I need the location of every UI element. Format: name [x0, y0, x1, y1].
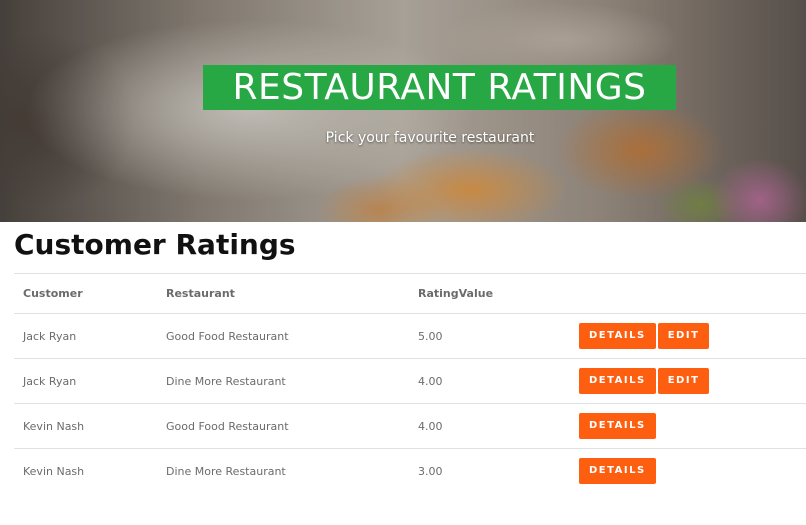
- header-actions: [570, 273, 806, 314]
- header-rating-value: RatingValue: [409, 273, 570, 314]
- cell-restaurant: Dine More Restaurant: [157, 358, 409, 404]
- page-title: Customer Ratings: [14, 228, 296, 261]
- details-button[interactable]: DETAILS: [579, 413, 656, 439]
- cell-actions: DETAILS: [570, 403, 806, 449]
- header-restaurant: Restaurant: [157, 273, 409, 314]
- cell-restaurant: Good Food Restaurant: [157, 403, 409, 449]
- details-button[interactable]: DETAILS: [579, 368, 656, 394]
- edit-button[interactable]: EDIT: [657, 368, 710, 394]
- cell-customer: Kevin Nash: [14, 448, 157, 494]
- cell-customer: Jack Ryan: [14, 313, 157, 359]
- cell-rating: 4.00: [409, 358, 570, 404]
- table-row: Kevin Nash Good Food Restaurant 4.00 DET…: [14, 403, 806, 449]
- edit-button[interactable]: EDIT: [657, 323, 710, 349]
- details-button[interactable]: DETAILS: [579, 323, 656, 349]
- hero-subtitle: Pick your favourite restaurant: [325, 130, 535, 146]
- cell-rating: 3.00: [409, 448, 570, 494]
- table-row: Kevin Nash Dine More Restaurant 3.00 DET…: [14, 448, 806, 494]
- hero-title: RESTAURANT RATINGS: [203, 65, 676, 110]
- table-row: Jack Ryan Dine More Restaurant 4.00 DETA…: [14, 358, 806, 404]
- header-customer: Customer: [14, 273, 157, 314]
- hero-banner: RESTAURANT RATINGS Pick your favourite r…: [0, 0, 806, 222]
- cell-restaurant: Good Food Restaurant: [157, 313, 409, 359]
- table-row: Jack Ryan Good Food Restaurant 5.00 DETA…: [14, 313, 806, 359]
- cell-customer: Jack Ryan: [14, 358, 157, 404]
- hero-background-image: [0, 0, 806, 222]
- cell-actions: DETAILS EDIT: [570, 313, 806, 359]
- ratings-table: Customer Restaurant RatingValue Jack Rya…: [14, 273, 806, 494]
- cell-restaurant: Dine More Restaurant: [157, 448, 409, 494]
- cell-rating: 5.00: [409, 313, 570, 359]
- cell-rating: 4.00: [409, 403, 570, 449]
- details-button[interactable]: DETAILS: [579, 458, 656, 485]
- table-header-row: Customer Restaurant RatingValue: [14, 273, 806, 314]
- cell-actions: DETAILS EDIT: [570, 358, 806, 404]
- cell-customer: Kevin Nash: [14, 403, 157, 449]
- cell-actions: DETAILS: [570, 448, 806, 494]
